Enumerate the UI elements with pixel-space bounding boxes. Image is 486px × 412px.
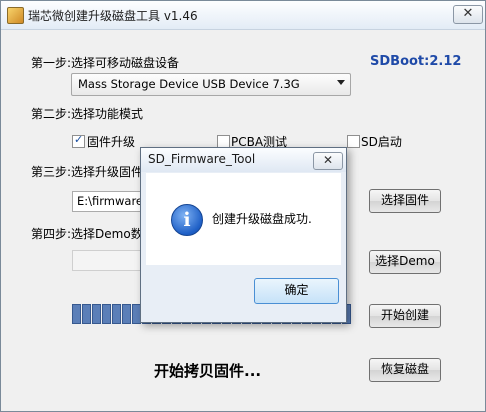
close-button[interactable]: ✕ bbox=[453, 5, 483, 24]
select-firmware-button[interactable]: 选择固件 bbox=[369, 189, 441, 213]
progress-segment bbox=[102, 304, 111, 324]
dialog-message: 创建升级磁盘成功. bbox=[212, 212, 312, 226]
select-demo-button[interactable]: 选择Demo bbox=[369, 250, 441, 274]
firmware-path-field[interactable]: E:\firmware\A bbox=[72, 191, 155, 212]
demo-path-field[interactable] bbox=[72, 250, 144, 271]
step3-label: 第三步:选择升级固件 bbox=[31, 165, 144, 179]
step2-label: 第二步:选择功能模式 bbox=[31, 107, 144, 121]
device-select-value: Mass Storage Device USB Device 7.3G bbox=[78, 77, 300, 91]
progress-segment bbox=[72, 304, 81, 324]
window-title: 瑞芯微创建升级磁盘工具 v1.46 bbox=[28, 9, 198, 23]
progress-segment bbox=[122, 304, 131, 324]
status-text: 开始拷贝固件... bbox=[154, 362, 262, 380]
chevron-down-icon[interactable] bbox=[337, 80, 345, 85]
progress-segment bbox=[112, 304, 121, 324]
step4-label: 第四步:选择Demo数据 bbox=[31, 227, 155, 241]
progress-segment bbox=[82, 304, 91, 324]
success-dialog: SD_Firmware_Tool ✕ i 创建升级磁盘成功. 确定 bbox=[140, 147, 347, 323]
firmware-upgrade-checkbox[interactable]: ✓ bbox=[72, 133, 85, 148]
sdboot-version: SDBoot:2.12 bbox=[370, 54, 462, 69]
start-create-button[interactable]: 开始创建 bbox=[369, 304, 441, 328]
dialog-title: SD_Firmware_Tool bbox=[148, 152, 256, 166]
firmware-upgrade-label[interactable]: 固件升级 bbox=[87, 133, 135, 150]
dialog-close-button[interactable]: ✕ bbox=[313, 152, 343, 170]
title-bar: 瑞芯微创建升级磁盘工具 v1.46 ✕ bbox=[1, 1, 485, 30]
dialog-body: i 创建升级磁盘成功. bbox=[146, 173, 341, 265]
dialog-title-bar: SD_Firmware_Tool ✕ bbox=[141, 148, 346, 172]
progress-segment bbox=[92, 304, 101, 324]
app-icon bbox=[7, 7, 24, 24]
sd-boot-checkbox[interactable] bbox=[347, 135, 360, 148]
sd-boot-label[interactable]: SD启动 bbox=[361, 133, 402, 150]
info-icon: i bbox=[171, 204, 203, 236]
check-icon: ✓ bbox=[74, 133, 84, 146]
step1-label: 第一步:选择可移动磁盘设备 bbox=[31, 56, 180, 70]
restore-disk-button[interactable]: 恢复磁盘 bbox=[369, 358, 441, 382]
device-select[interactable]: Mass Storage Device USB Device 7.3G bbox=[71, 73, 351, 96]
ok-button[interactable]: 确定 bbox=[254, 278, 339, 304]
